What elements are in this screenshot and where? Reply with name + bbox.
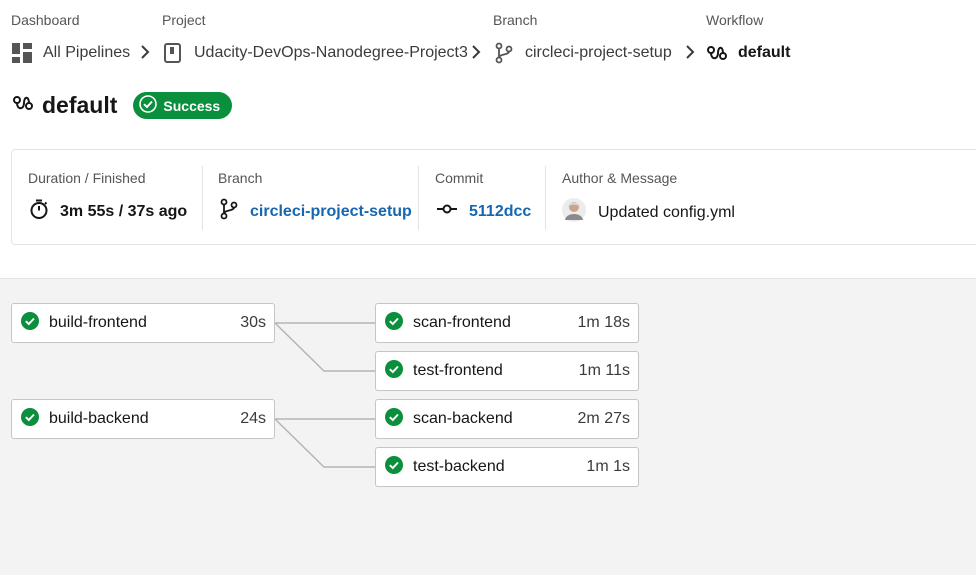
breadcrumb-branch-link[interactable]: circleci-project-setup <box>525 44 672 62</box>
commit-icon <box>435 198 459 225</box>
workflow-header: default Success <box>12 92 233 119</box>
chevron-right-icon <box>139 44 151 65</box>
summary-duration-label: Duration / Finished <box>28 170 146 186</box>
summary-branch-label: Branch <box>218 170 263 186</box>
job-name: scan-backend <box>413 410 513 427</box>
divider <box>202 166 203 230</box>
workflow-icon <box>12 92 34 119</box>
chevron-right-icon <box>470 44 482 65</box>
breadcrumb-dashboard-label: Dashboard <box>11 12 80 28</box>
breadcrumb: Dashboard All Pipelines Project Udacity-… <box>0 0 976 80</box>
job-duration: 24s <box>240 410 266 427</box>
workflow-summary-panel: Duration / Finished 3m 55s / 37s ago Bra… <box>11 149 976 245</box>
success-check-icon <box>385 311 403 335</box>
summary-commit-link[interactable]: 5112dcc <box>469 203 531 221</box>
breadcrumb-dashboard[interactable]: Dashboard All Pipelines <box>11 12 130 64</box>
job-name: test-backend <box>413 458 505 475</box>
dashboard-grid-icon <box>11 42 33 64</box>
workflow-icon <box>706 42 728 64</box>
breadcrumb-project-label: Project <box>162 12 206 28</box>
summary-author-label: Author & Message <box>562 170 678 186</box>
success-check-icon <box>385 359 403 383</box>
chevron-right-icon <box>684 44 696 65</box>
breadcrumb-branch[interactable]: Branch circleci-project-setup <box>493 12 672 64</box>
summary-duration-value: 3m 55s / 37s ago <box>60 202 188 220</box>
git-branch-icon <box>493 42 515 64</box>
job-duration: 1m 11s <box>578 362 630 379</box>
job-build-backend[interactable]: build-backend 24s <box>11 399 275 439</box>
repo-icon <box>162 42 184 64</box>
breadcrumb-workflow-current: default <box>738 44 791 61</box>
job-name: build-frontend <box>49 314 147 331</box>
avatar <box>562 198 586 227</box>
job-name: build-backend <box>49 410 149 427</box>
success-check-icon <box>21 311 39 335</box>
job-test-frontend[interactable]: test-frontend 1m 11s <box>375 351 639 391</box>
breadcrumb-project[interactable]: Project Udacity-DevOps-Nanodegree-Projec… <box>162 12 468 64</box>
check-circle-icon <box>139 95 158 116</box>
job-duration: 30s <box>240 314 266 331</box>
status-badge-label: Success <box>163 97 221 114</box>
job-name: scan-frontend <box>413 314 511 331</box>
git-branch-icon <box>218 198 240 225</box>
divider <box>545 166 546 230</box>
success-check-icon <box>385 407 403 431</box>
breadcrumb-branch-label: Branch <box>493 12 538 28</box>
breadcrumb-workflow-label: Workflow <box>706 12 764 28</box>
success-check-icon <box>21 407 39 431</box>
job-name: test-frontend <box>413 362 503 379</box>
job-test-backend[interactable]: test-backend 1m 1s <box>375 447 639 487</box>
breadcrumb-workflow[interactable]: Workflow default <box>706 12 790 64</box>
divider <box>418 166 419 230</box>
job-scan-backend[interactable]: scan-backend 2m 27s <box>375 399 639 439</box>
breadcrumb-project-link[interactable]: Udacity-DevOps-Nanodegree-Project3 <box>194 44 468 62</box>
job-scan-frontend[interactable]: scan-frontend 1m 18s <box>375 303 639 343</box>
summary-commit-message: Updated config.yml <box>598 203 735 221</box>
stopwatch-icon <box>28 198 50 225</box>
job-build-frontend[interactable]: build-frontend 30s <box>11 303 275 343</box>
job-duration: 2m 27s <box>577 410 630 427</box>
success-check-icon <box>385 455 403 479</box>
job-duration: 1m 1s <box>586 458 630 475</box>
workflow-graph: build-frontend 30s scan-frontend 1m 18s … <box>0 278 976 575</box>
breadcrumb-dashboard-link[interactable]: All Pipelines <box>43 44 130 62</box>
page-title: default <box>42 92 118 118</box>
summary-branch-link[interactable]: circleci-project-setup <box>250 203 412 221</box>
summary-commit-label: Commit <box>435 170 484 186</box>
status-badge: Success <box>133 92 233 119</box>
job-duration: 1m 18s <box>577 314 630 331</box>
